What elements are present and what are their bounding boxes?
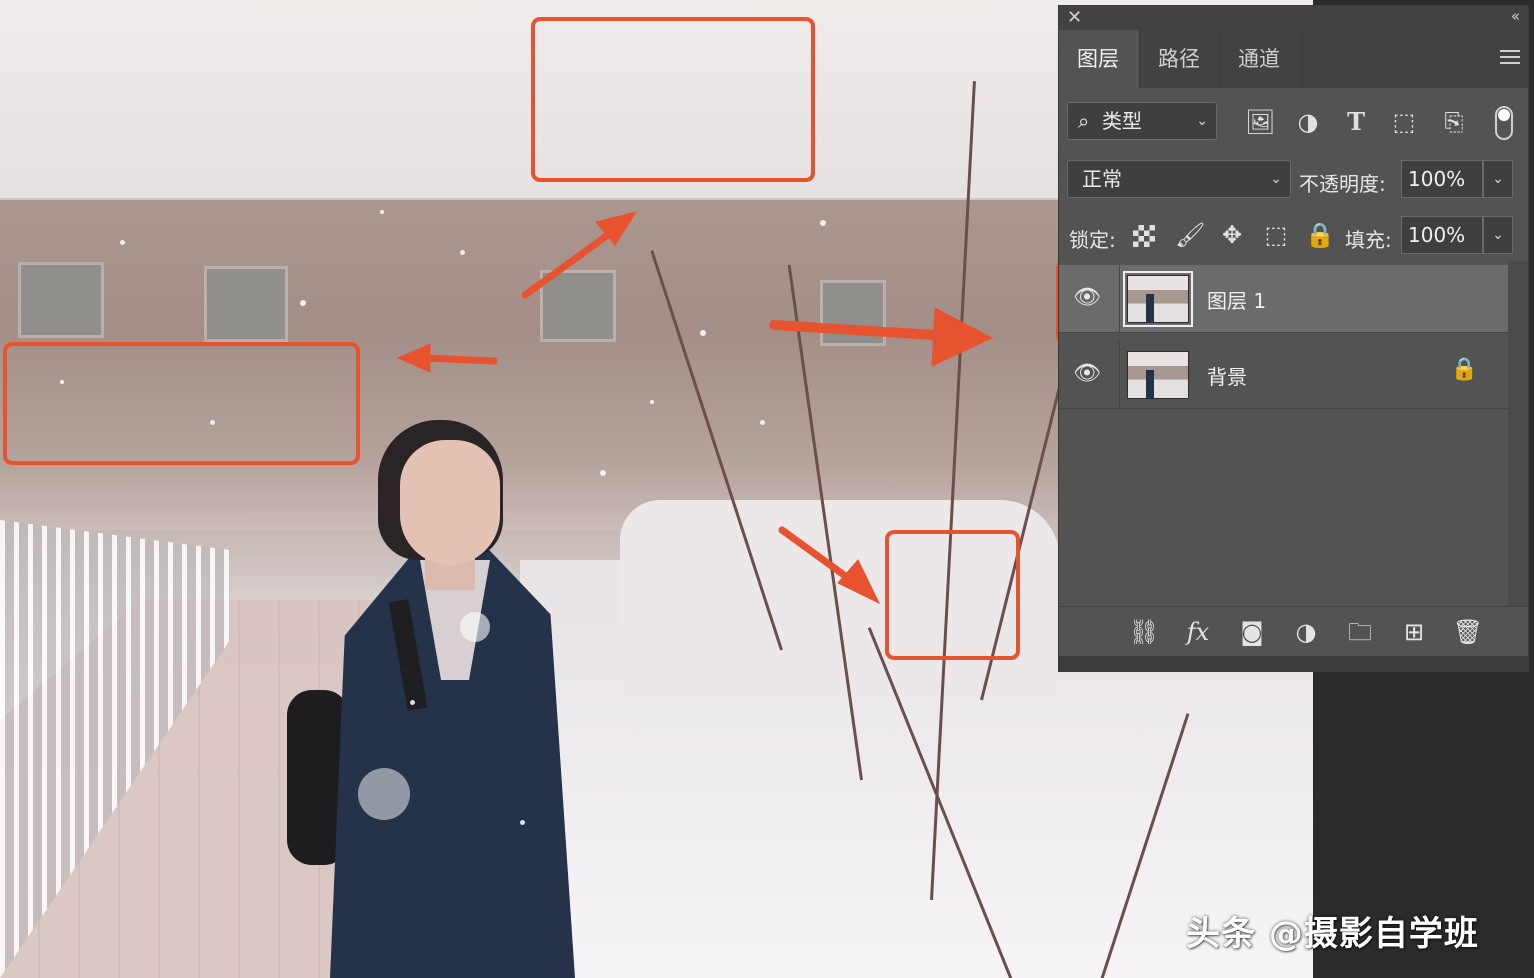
collapse-icon[interactable]: « [1511, 7, 1520, 25]
snowflake [600, 470, 606, 476]
lock-position-icon[interactable]: ✥ [1217, 221, 1247, 249]
panel-resize-grip[interactable] [1059, 656, 1528, 672]
group-folder-icon[interactable]: 🗀 [1343, 615, 1377, 649]
layers-panel: ✕ « 图层 路径 通道 ⌕ 类型 ⌄ 🖼 ◑ T ⬚ ⎘ 正常 ⌄ 不透明度:… [1058, 5, 1529, 672]
filter-toggle-icon[interactable] [1495, 106, 1513, 140]
layer-divider [1119, 341, 1120, 408]
lock-all-icon[interactable]: 🔒 [1305, 221, 1335, 249]
fill-dropdown-chevron-icon[interactable]: ⌄ [1483, 216, 1513, 254]
layer-divider [1119, 265, 1120, 332]
lock-row: 锁定: 🖌 ✥ ⬚ 🔒 填充: 100% ⌄ [1059, 216, 1528, 260]
tab-layers[interactable]: 图层 [1059, 30, 1139, 88]
selection-frame-icon [1123, 271, 1193, 327]
fill-label: 填充: [1345, 228, 1392, 252]
snowflake [460, 250, 465, 255]
window [204, 266, 288, 342]
filter-kind-dropdown[interactable]: ⌕ 类型 ⌄ [1067, 102, 1217, 140]
chevron-down-icon: ⌄ [1196, 113, 1208, 129]
panel-bottom-toolbar: ⛓ fx ◙ ◑ 🗀 ⊞ 🗑 [1059, 606, 1528, 657]
layer-row-layer-1[interactable]: 👁 图层 1 [1059, 265, 1508, 333]
window [820, 280, 886, 346]
snowflake [358, 768, 410, 820]
snowflake [520, 820, 525, 825]
fill-input[interactable]: 100% [1401, 216, 1483, 254]
blend-mode-dropdown[interactable]: 正常 ⌄ [1067, 160, 1291, 198]
search-icon: ⌕ [1078, 109, 1090, 133]
panel-tabs: 图层 路径 通道 [1059, 30, 1528, 88]
image-filter-icon[interactable]: 🖼 [1245, 108, 1275, 136]
highlight-box-tree [885, 530, 1020, 660]
adjustment-layer-icon[interactable]: ◑ [1289, 615, 1323, 649]
snowflake [410, 700, 415, 705]
layer-name[interactable]: 背景 [1207, 361, 1247, 390]
lock-image-icon[interactable]: 🖌 [1175, 221, 1205, 249]
layers-scrollbar[interactable] [1508, 261, 1528, 606]
opacity-label: 不透明度: [1299, 172, 1386, 196]
highlight-box-wall [3, 342, 360, 465]
blend-row: 正常 ⌄ 不透明度: 100% ⌄ [1059, 160, 1528, 204]
tab-channels[interactable]: 通道 [1219, 30, 1303, 88]
window [18, 262, 104, 338]
layers-list: 👁 图层 1 👁 背景 🔒 [1059, 261, 1508, 606]
lock-artboard-icon[interactable]: ⬚ [1261, 221, 1291, 249]
filter-kind-label: 类型 [1102, 109, 1142, 133]
tab-paths[interactable]: 路径 [1139, 30, 1219, 88]
window [540, 270, 616, 342]
lock-transparent-icon[interactable] [1129, 221, 1159, 249]
layer-name[interactable]: 图层 1 [1207, 285, 1266, 314]
link-layers-icon[interactable]: ⛓ [1127, 615, 1161, 649]
layer-thumbnail [1127, 351, 1189, 399]
new-layer-icon[interactable]: ⊞ [1397, 615, 1431, 649]
snowflake [120, 240, 125, 245]
snowflake [760, 420, 765, 425]
snowflake [820, 220, 826, 226]
layer-mask-icon[interactable]: ◙ [1235, 615, 1269, 649]
visibility-eye-icon[interactable]: 👁 [1073, 361, 1103, 387]
smart-object-filter-icon[interactable]: ⎘ [1439, 108, 1469, 136]
lock-label: 锁定: [1069, 228, 1116, 252]
adjustment-filter-icon[interactable]: ◑ [1293, 108, 1323, 136]
opacity-input[interactable]: 100% [1401, 160, 1483, 198]
close-icon[interactable]: ✕ [1067, 7, 1082, 28]
type-filter-icon[interactable]: T [1341, 108, 1371, 136]
watermark-text: 头条 @摄影自学班 [1186, 914, 1479, 954]
delete-icon[interactable]: 🗑 [1451, 615, 1485, 649]
visibility-eye-icon[interactable]: 👁 [1073, 285, 1103, 311]
blend-mode-value: 正常 [1082, 167, 1122, 191]
panel-titlebar: ✕ « [1059, 6, 1528, 30]
person-face [400, 440, 500, 565]
snowflake [700, 330, 706, 336]
chevron-down-icon: ⌄ [1270, 171, 1282, 187]
shape-filter-icon[interactable]: ⬚ [1389, 108, 1419, 136]
highlight-box-sky [531, 17, 815, 182]
panel-menu-icon[interactable] [1500, 50, 1520, 64]
snowflake [650, 400, 654, 404]
layer-row-background[interactable]: 👁 背景 🔒 [1059, 341, 1508, 409]
filter-row: ⌕ 类型 ⌄ 🖼 ◑ T ⬚ ⎘ [1059, 102, 1528, 146]
snowflake [460, 612, 490, 642]
fx-icon[interactable]: fx [1181, 615, 1215, 649]
snowflake [300, 300, 306, 306]
snowflake [380, 210, 384, 214]
opacity-dropdown-chevron-icon[interactable]: ⌄ [1483, 160, 1513, 198]
layer-lock-icon[interactable]: 🔒 [1451, 357, 1478, 382]
